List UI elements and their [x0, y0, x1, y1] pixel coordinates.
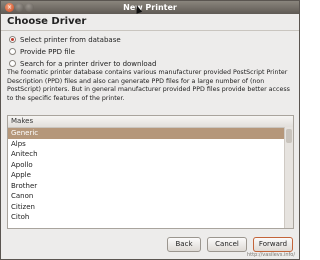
list-item[interactable]: Generic — [8, 128, 293, 139]
scrollbar-thumb[interactable] — [286, 129, 292, 143]
option-provide-ppd-file[interactable]: Provide PPD file — [9, 46, 75, 58]
list-item[interactable]: Canon — [8, 191, 293, 202]
page-title: Choose Driver — [7, 16, 87, 27]
option-label: Select printer from database — [20, 36, 121, 44]
database-description: The foomatic printer database contains v… — [7, 69, 290, 102]
watermark: http://vasilevs.info/ — [246, 252, 295, 258]
forward-button[interactable]: Forward — [253, 237, 293, 252]
list-item[interactable]: Brother — [8, 181, 293, 192]
option-label: Search for a printer driver to download — [20, 60, 157, 68]
option-label: Provide PPD file — [20, 48, 75, 56]
makes-list[interactable]: Makes Generic Alps Anitech Apollo Apple … — [7, 115, 294, 229]
title-bar[interactable]: × New Printer — [1, 1, 299, 14]
list-item[interactable]: Apollo — [8, 160, 293, 171]
option-select-from-database[interactable]: Select printer from database — [9, 34, 121, 46]
scrollbar[interactable] — [284, 127, 293, 228]
new-printer-dialog: × New Printer Choose Driver Select print… — [0, 0, 300, 260]
list-item[interactable]: Citoh — [8, 212, 293, 223]
back-button[interactable]: Back — [167, 237, 201, 252]
makes-column-header[interactable]: Makes — [8, 116, 293, 128]
radio-unselected-icon[interactable] — [9, 48, 16, 55]
list-item[interactable]: Apple — [8, 170, 293, 181]
window-title: New Printer — [123, 3, 177, 12]
list-item[interactable]: Anitech — [8, 149, 293, 160]
cancel-button[interactable]: Cancel — [207, 237, 247, 252]
divider — [1, 30, 299, 31]
list-item[interactable]: Alps — [8, 139, 293, 150]
radio-selected-icon[interactable] — [9, 36, 16, 43]
radio-unselected-icon[interactable] — [9, 60, 16, 67]
list-item[interactable]: Citizen — [8, 202, 293, 213]
